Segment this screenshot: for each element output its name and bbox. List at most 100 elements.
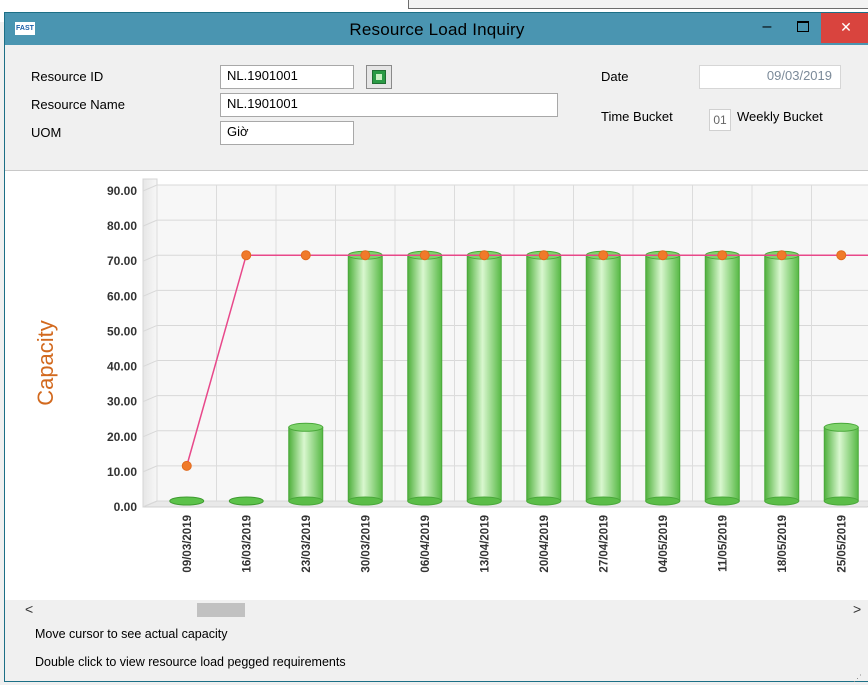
x-tick-label: 20/04/2019 [539, 515, 551, 573]
capacity-point [181, 460, 192, 471]
chart-left-wall [142, 178, 158, 508]
x-tick-label: 27/04/2019 [598, 515, 610, 573]
capacity-chart-area[interactable]: 0.00 10.00 20.00 30.00 40.00 50.00 60.00 70.00 8… [5, 170, 868, 601]
bar-body [585, 254, 621, 502]
uom-field[interactable]: Giờ [220, 121, 354, 145]
hint-move-cursor: Move cursor to see actual capacity [35, 627, 228, 641]
y-axis-title: Capacity [33, 320, 58, 406]
bar-body [645, 254, 681, 502]
bar-base [407, 496, 443, 506]
bar-base [347, 496, 383, 506]
close-button[interactable]: ✕ [821, 13, 868, 43]
bar-top [823, 422, 859, 432]
bar-body [704, 254, 740, 502]
bar-body [347, 254, 383, 502]
bar-base [823, 496, 859, 506]
bar-body [407, 254, 443, 502]
bar-base [585, 496, 621, 506]
scroll-right-arrow[interactable]: > [853, 600, 861, 618]
y-tick-label: 60.00 [107, 289, 137, 303]
x-tick-label: 18/05/2019 [777, 515, 789, 573]
bar [169, 496, 205, 506]
bar-base [288, 496, 324, 506]
background-window-frame [408, 0, 868, 9]
resource-id-label: Resource ID [31, 69, 104, 84]
capacity-point [360, 250, 371, 261]
y-tick-label: 90.00 [107, 184, 137, 198]
x-tick-label: 13/04/2019 [479, 515, 491, 573]
y-tick-label: 10.00 [107, 465, 137, 479]
resource-name-label: Resource Name [31, 97, 125, 112]
window-title: Resource Load Inquiry [349, 20, 525, 39]
date-label: Date [601, 69, 629, 84]
bar-base [764, 496, 800, 506]
resource-id-field[interactable]: NL.1901001 [220, 65, 354, 89]
bar-top [288, 422, 324, 432]
resource-lookup-button[interactable] [366, 65, 392, 89]
capacity-point [479, 250, 490, 261]
bar [823, 422, 859, 506]
maximize-icon [797, 21, 809, 33]
x-tick-label: 23/03/2019 [301, 515, 313, 573]
bar [288, 422, 324, 506]
time-bucket-code-field[interactable]: 01 [709, 109, 731, 131]
bar [585, 250, 621, 506]
capacity-point [538, 250, 549, 261]
bar-body [526, 254, 562, 502]
bar-zero-cap [228, 496, 264, 506]
scroll-thumb[interactable] [197, 603, 245, 617]
uom-label: UOM [31, 125, 62, 140]
lookup-icon [372, 70, 386, 84]
capacity-chart[interactable]: 0.00 10.00 20.00 30.00 40.00 50.00 60.00 70.00 8… [5, 171, 868, 601]
bar-base [704, 496, 740, 506]
bar-base [645, 496, 681, 506]
bar [466, 250, 502, 506]
y-tick-label: 70.00 [107, 254, 137, 268]
y-tick-label: 30.00 [107, 395, 137, 409]
y-tick-label: 80.00 [107, 219, 137, 233]
capacity-point [836, 250, 847, 261]
x-tick-label: 25/05/2019 [836, 515, 848, 573]
bar-body [823, 426, 859, 502]
time-bucket-value: Weekly Bucket [737, 109, 823, 124]
x-tick-label: 09/03/2019 [182, 515, 194, 573]
bar [526, 250, 562, 506]
capacity-point [300, 250, 311, 261]
maximize-button[interactable] [783, 13, 823, 43]
minimize-button[interactable]: – [747, 13, 787, 43]
bar [228, 496, 264, 506]
bar [347, 250, 383, 506]
y-tick-label: 50.00 [107, 324, 137, 338]
title-bar[interactable]: FAST Resource Load Inquiry – ✕ [5, 13, 868, 45]
capacity-point [598, 250, 609, 261]
capacity-point [717, 250, 728, 261]
horizontal-scrollbar[interactable]: < > [5, 600, 868, 619]
resize-grip-icon[interactable]: ⋰ [853, 673, 865, 685]
bar [764, 250, 800, 506]
capacity-point [241, 250, 252, 261]
y-tick-label: 0.00 [114, 500, 138, 514]
x-tick-label: 16/03/2019 [241, 515, 253, 573]
bar [645, 250, 681, 506]
date-field[interactable]: 09/03/2019 [699, 65, 841, 89]
x-tick-label: 30/03/2019 [360, 515, 372, 573]
bar-zero-cap [169, 496, 205, 506]
capacity-point [657, 250, 668, 261]
capacity-point [776, 250, 787, 261]
x-tick-label: 04/05/2019 [658, 515, 670, 573]
y-tick-label: 40.00 [107, 360, 137, 374]
bar-base [526, 496, 562, 506]
resource-name-field[interactable]: NL.1901001 [220, 93, 558, 117]
bar-body [466, 254, 502, 502]
y-tick-label: 20.00 [107, 430, 137, 444]
chart-back-wall [157, 185, 868, 501]
x-tick-label: 06/04/2019 [420, 515, 432, 573]
x-tick-label: 11/05/2019 [717, 515, 729, 572]
resource-load-inquiry-window: FAST Resource Load Inquiry – ✕ Resource … [4, 12, 868, 685]
capacity-point [419, 250, 430, 261]
bar-body [764, 254, 800, 502]
bar [407, 250, 443, 506]
hint-double-click: Double click to view resource load pegge… [35, 655, 346, 669]
bar-base [466, 496, 502, 506]
scroll-left-arrow[interactable]: < [25, 600, 33, 618]
